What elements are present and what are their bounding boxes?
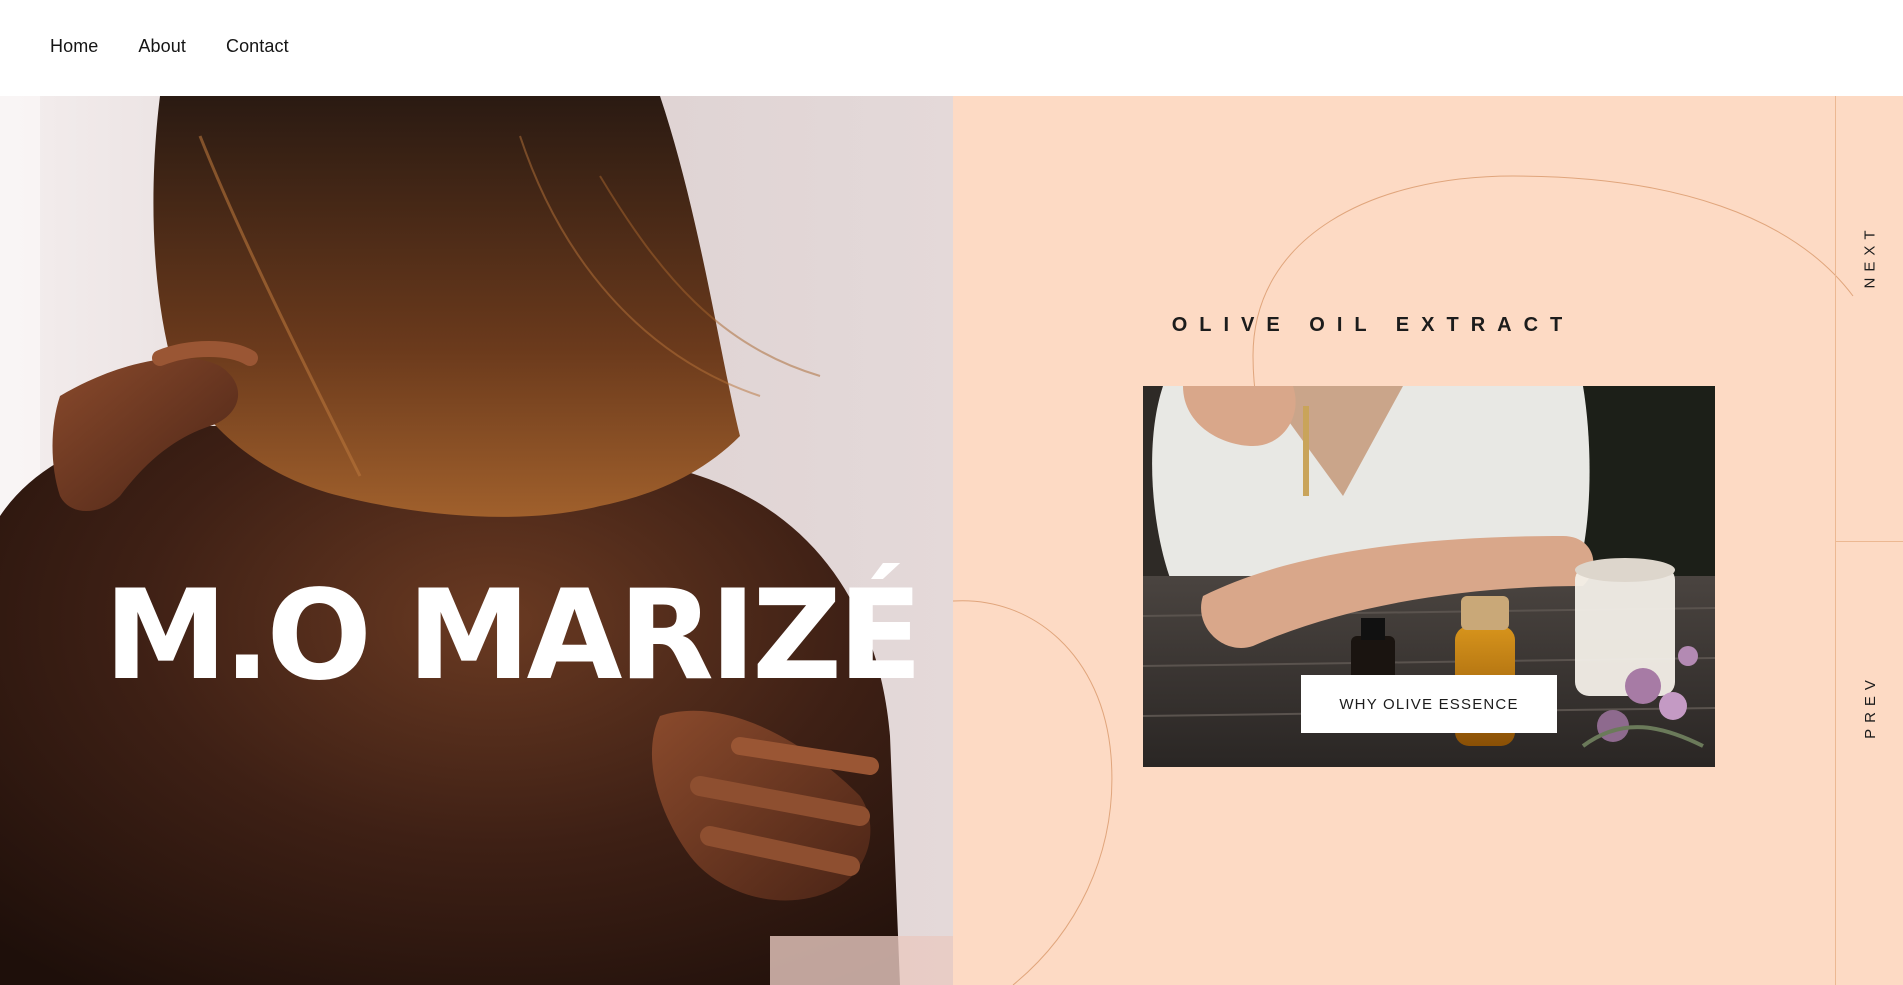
brand-title: M.O MARIZÉ xyxy=(104,564,923,708)
rail-divider xyxy=(1836,541,1903,542)
nav-contact-link[interactable]: Contact xyxy=(226,36,289,57)
site-header: Home About Contact xyxy=(0,0,1903,96)
slider-rail: NEXT PREV xyxy=(1835,96,1903,985)
hero-photo-illustration xyxy=(0,96,953,985)
prev-button[interactable]: PREV xyxy=(1836,656,1903,756)
main-nav: Home About Contact xyxy=(50,36,289,57)
next-button[interactable]: NEXT xyxy=(1836,206,1903,306)
nav-home-link[interactable]: Home xyxy=(50,36,98,57)
why-olive-essence-button[interactable]: WHY OLIVE ESSENCE xyxy=(1301,675,1557,733)
next-label: NEXT xyxy=(1861,223,1879,289)
product-image-card: WHY OLIVE ESSENCE xyxy=(1143,386,1715,767)
hero-image: M.O MARIZÉ xyxy=(0,96,953,985)
product-heading: OLIVE OIL EXTRACT xyxy=(1171,314,1575,336)
prev-label: PREV xyxy=(1861,673,1879,739)
product-panel: OLIVE OIL EXTRACT WHY OLIVE ESSENCE NEXT… xyxy=(953,96,1903,985)
nav-about-link[interactable]: About xyxy=(138,36,186,57)
